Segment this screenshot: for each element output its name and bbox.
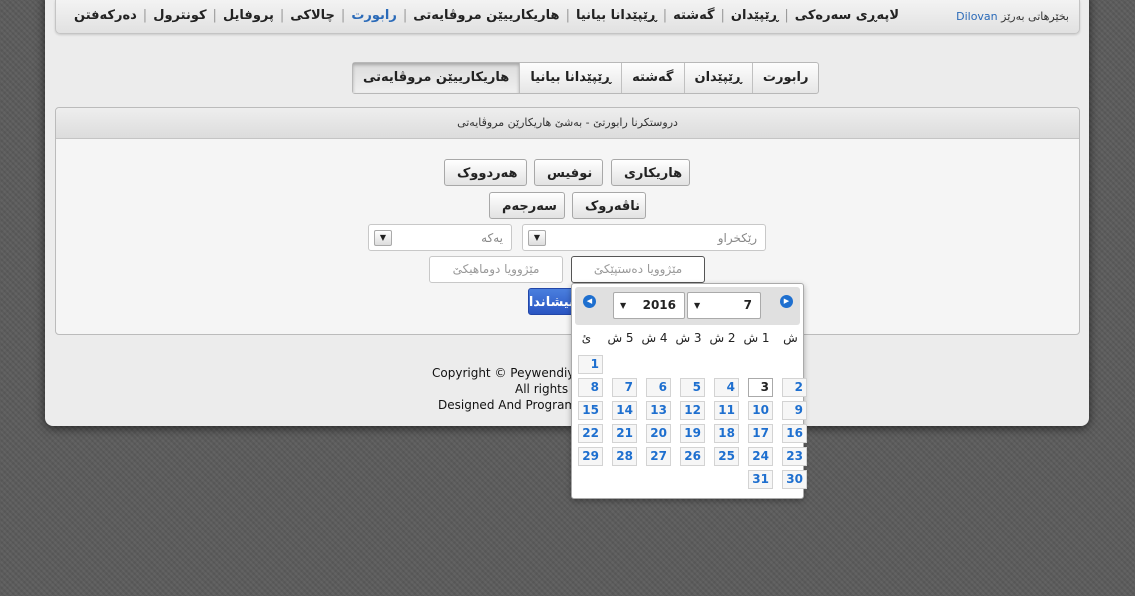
chevron-down-icon: ▼ (694, 301, 701, 310)
calendar-day[interactable]: 11 (714, 401, 739, 420)
menu-item[interactable]: دەرکەفتن (68, 8, 143, 23)
tab[interactable]: گەشتە (621, 63, 683, 93)
weekday-label: ش (783, 331, 798, 345)
chevron-down-icon: ▼ (620, 301, 627, 310)
calendar-day[interactable]: 12 (680, 401, 705, 420)
weekday-label: 4 ش (641, 331, 668, 345)
menu-item[interactable]: ڕێپێدان (725, 8, 784, 23)
organization-select-value: رێکخراو (717, 231, 757, 245)
tab[interactable]: ڕێپێدانا بیانیا (519, 63, 621, 93)
report-title: دروستکرنا رابورتێ - بەشێ هاریکارێن مروڤا… (56, 108, 1079, 139)
calendar-day[interactable]: 20 (646, 424, 671, 443)
footer-rights: All rights r (515, 382, 577, 396)
calendar-day[interactable]: 16 (782, 424, 807, 443)
footer-designed: Designed And Program (438, 398, 577, 412)
weekday-label: ئ (581, 331, 592, 345)
menu-item[interactable]: هاریکارییێن مروڤایەتی (407, 8, 565, 23)
year-select[interactable]: ▼ 2016 (613, 292, 685, 319)
weekday-label: 2 ش (709, 331, 736, 345)
calendar-day[interactable]: 23 (782, 447, 807, 466)
menu-item[interactable]: چالاکی (284, 8, 341, 23)
tab[interactable]: هاریکارییێن مروڤایەتی (353, 63, 520, 93)
serjem-button[interactable]: سەرجەم (489, 192, 565, 219)
footer-copyright: Copyright © Peywendiyê (432, 366, 582, 380)
unit-select-value: یەکە (481, 231, 503, 245)
datepicker: ◀ ▶ ▼ 2016 ▼ 7 ش1 ش2 ش3 ش4 ش5 شئ12345678… (571, 283, 807, 499)
calendar-day[interactable]: 30 (782, 470, 807, 489)
calendar-day[interactable]: 10 (748, 401, 773, 420)
calendar-day[interactable]: 19 (680, 424, 705, 443)
calendar-day[interactable]: 26 (680, 447, 705, 466)
section-tabs: رابورت ڕێپێدان گەشتە ڕێپێدانا بیانیا هاریکار… (352, 62, 820, 94)
calendar-day[interactable]: 31 (748, 470, 773, 489)
greeting-text: بخێرهاتی بەرێز (1001, 10, 1069, 23)
calendar-day[interactable]: 6 (646, 378, 671, 397)
calendar-day[interactable]: 29 (578, 447, 603, 466)
nofis-button[interactable]: نوفیس (534, 159, 603, 186)
username-link[interactable]: Dilovan (956, 10, 998, 23)
chevron-down-icon: ▼ (374, 230, 392, 246)
calendar-day[interactable]: 1 (578, 355, 603, 374)
menu-item[interactable]: ڕێپێدانا بیانیا (570, 8, 663, 23)
calendar-day[interactable]: 3 (748, 378, 773, 397)
haryakari-button[interactable]: هاریکاری (611, 159, 690, 186)
calendar-day[interactable]: 14 (612, 401, 637, 420)
calendar-day[interactable]: 24 (748, 447, 773, 466)
tab[interactable]: رابورت (751, 63, 819, 93)
calendar-day[interactable]: 9 (782, 401, 807, 420)
calendar-day[interactable]: 17 (748, 424, 773, 443)
chevron-down-icon: ▼ (528, 230, 546, 246)
top-navbar: بخێرهاتی بەرێز Dilovan لاپەڕی سەرەکی|ڕێپ… (55, 0, 1080, 34)
end-date-input[interactable]: مێژوویا دوماهیکێ (429, 256, 563, 283)
calendar-day[interactable]: 25 (714, 447, 739, 466)
calendar-day[interactable]: 18 (714, 424, 739, 443)
month-select[interactable]: ▼ 7 (687, 292, 761, 319)
weekday-label: 5 ش (607, 331, 634, 345)
calendar-day[interactable]: 7 (612, 378, 637, 397)
month-value: 7 (743, 298, 752, 312)
weekday-label: 3 ش (675, 331, 702, 345)
calendar-day[interactable]: 28 (612, 447, 637, 466)
menu-item[interactable]: لاپەڕی سەرەکی (789, 8, 905, 23)
datepicker-header: ◀ ▶ ▼ 2016 ▼ 7 (575, 287, 800, 325)
calendar-day[interactable]: 5 (680, 378, 705, 397)
calendar-day[interactable]: 4 (714, 378, 739, 397)
menu-item[interactable]: گەشتە (667, 8, 720, 23)
calendar-day[interactable]: 22 (578, 424, 603, 443)
main-menu: لاپەڕی سەرەکی|ڕێپێدان|گەشتە|ڕێپێدانا بیا… (68, 8, 905, 23)
menu-item[interactable]: رابورت (345, 8, 403, 23)
next-month-icon[interactable]: ▶ (780, 295, 793, 308)
prev-month-icon[interactable]: ◀ (583, 295, 596, 308)
naverok-button[interactable]: ناڤەروک (572, 192, 646, 219)
weekday-label: 1 ش (743, 331, 770, 345)
main-panel: بخێرهاتی بەرێز Dilovan لاپەڕی سەرەکی|ڕێپ… (45, 0, 1089, 426)
unit-select[interactable]: یەکە ▼ (368, 224, 512, 251)
tab[interactable]: ڕێپێدان (683, 63, 752, 93)
greeting: بخێرهاتی بەرێز Dilovan (956, 10, 1069, 23)
menu-item[interactable]: کونترول (147, 8, 212, 23)
start-date-input[interactable]: مێژوویا دەستپێکێ (571, 256, 705, 283)
calendar-day[interactable]: 13 (646, 401, 671, 420)
year-value: 2016 (642, 298, 676, 312)
calendar-day[interactable]: 8 (578, 378, 603, 397)
calendar-day[interactable]: 21 (612, 424, 637, 443)
hardwk-button[interactable]: هەردووک (444, 159, 527, 186)
menu-item[interactable]: پروفایل (217, 8, 280, 23)
calendar-day[interactable]: 27 (646, 447, 671, 466)
organization-select[interactable]: رێکخراو ▼ (522, 224, 766, 251)
calendar-day[interactable]: 2 (782, 378, 807, 397)
calendar-day[interactable]: 15 (578, 401, 603, 420)
